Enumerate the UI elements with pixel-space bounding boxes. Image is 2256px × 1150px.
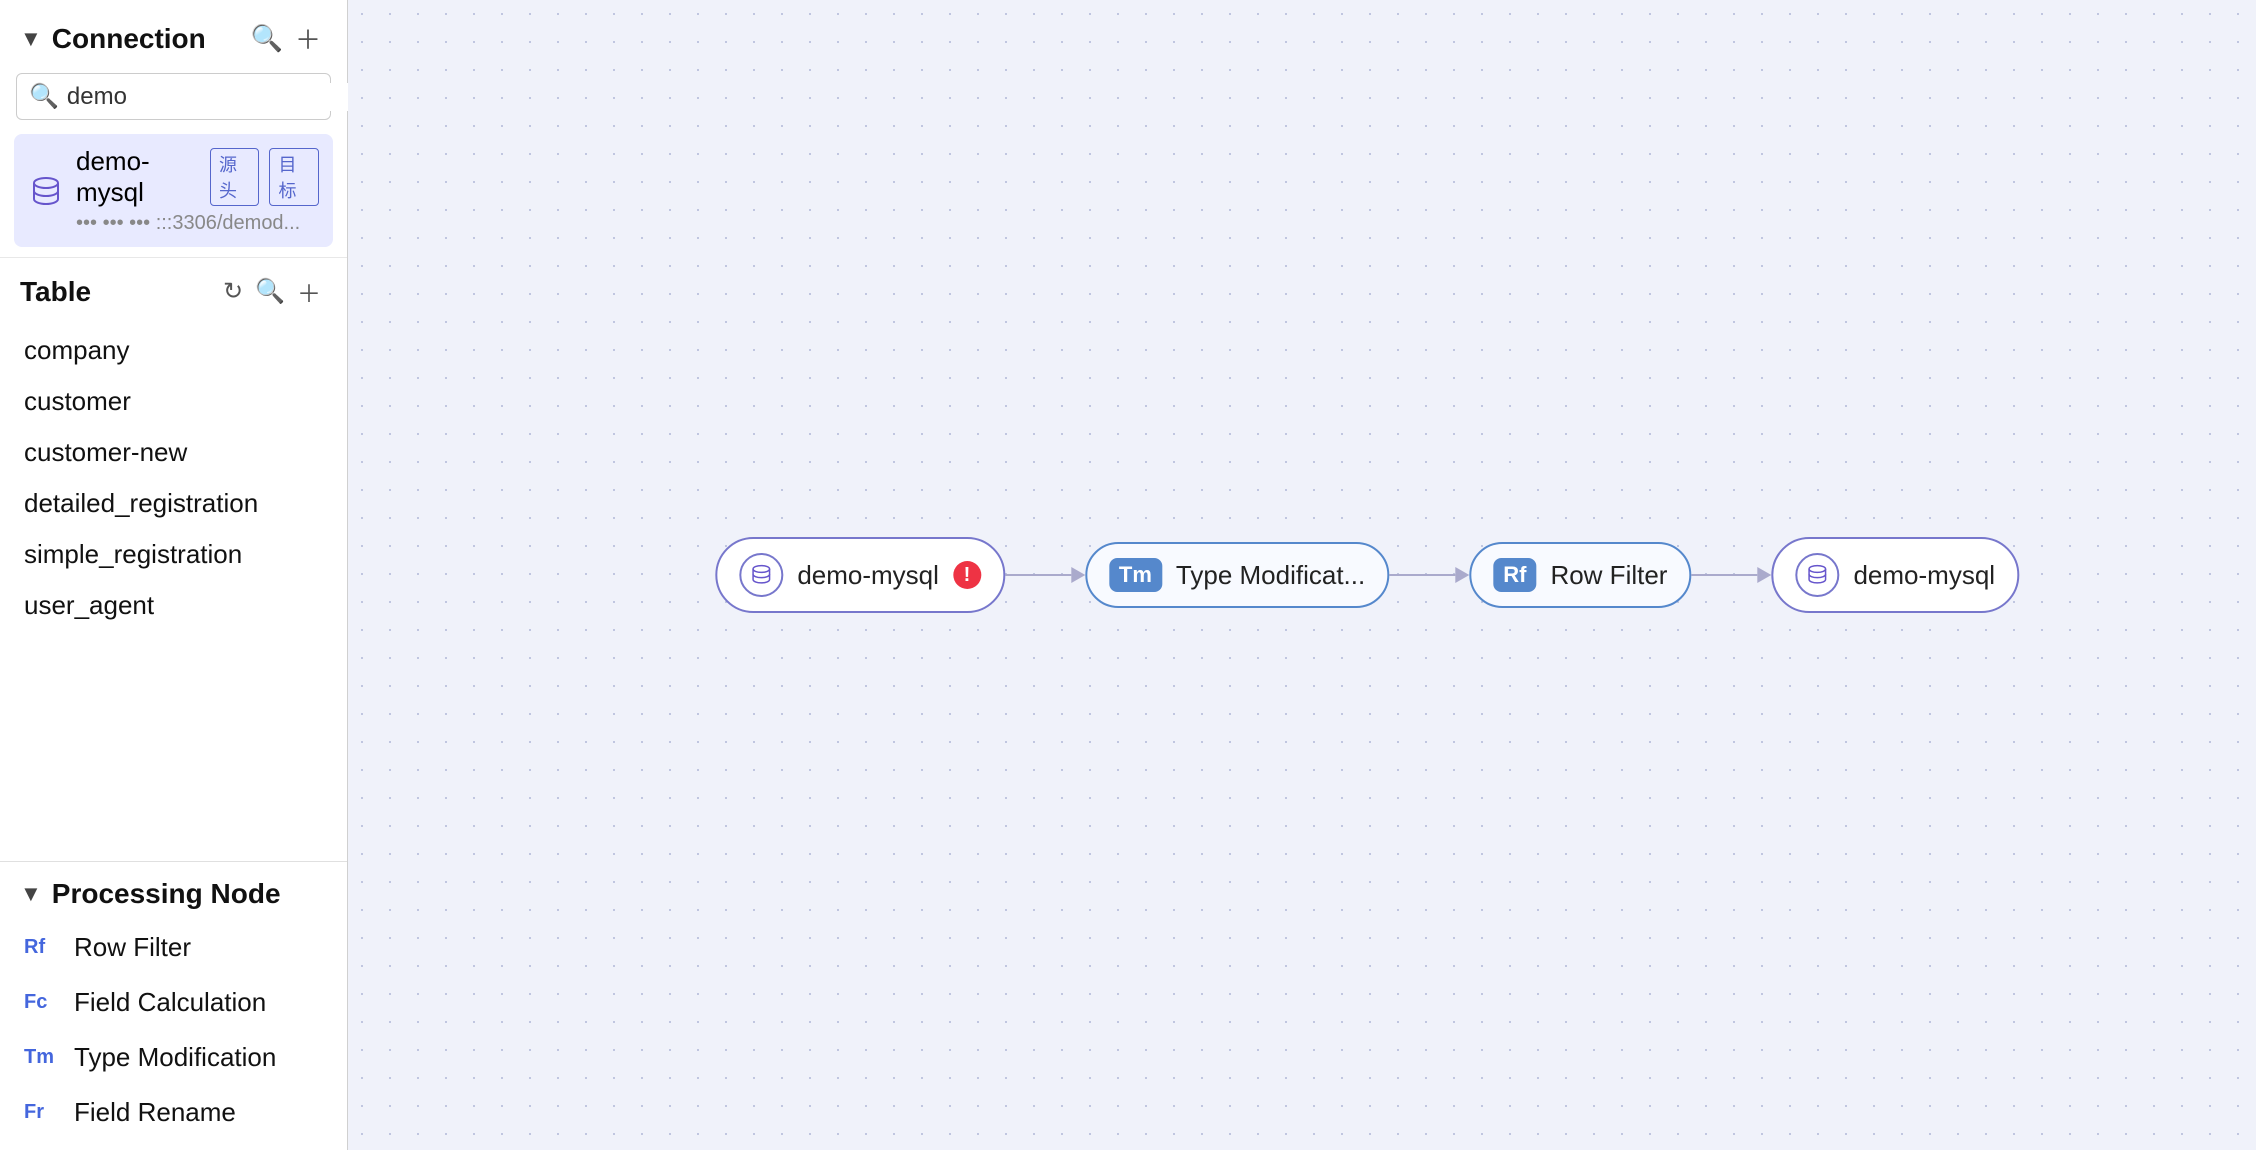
- connection-name: demo-mysql: [76, 146, 200, 208]
- connection-section-header: ▼ Connection 🔍 ＋: [0, 0, 347, 73]
- dest-node[interactable]: demo-mysql: [1771, 537, 2019, 613]
- type-mod-badge: Tm: [1109, 558, 1162, 592]
- table-item-company[interactable]: company: [0, 325, 347, 376]
- processing-item-field-calculation[interactable]: Fc Field Calculation: [0, 975, 347, 1030]
- table-section-title: Table: [20, 276, 217, 308]
- sidebar: ▼ Connection 🔍 ＋ 🔍 demo-mysql 源头 目标 ••• …: [0, 0, 348, 1150]
- proc-badge-fc: Fc: [24, 991, 60, 1014]
- proc-badge-rf: Rf: [24, 936, 60, 959]
- arrow-1: [1005, 567, 1085, 583]
- table-item-simple-registration[interactable]: simple_registration: [0, 529, 347, 580]
- table-search-button[interactable]: 🔍: [249, 275, 291, 308]
- connection-db-icon: [28, 173, 64, 209]
- canvas[interactable]: demo-mysql ! Tm Type Modificat... Rf Row…: [348, 0, 2256, 1150]
- processing-item-type-modification[interactable]: Tm Type Modification: [0, 1030, 347, 1085]
- table-item-customer-new[interactable]: customer-new: [0, 427, 347, 478]
- source-node-label: demo-mysql: [797, 560, 939, 591]
- search-input[interactable]: [67, 83, 377, 111]
- connection-section-title: Connection: [52, 23, 245, 55]
- arrow-2: [1389, 567, 1469, 583]
- flow-container: demo-mysql ! Tm Type Modificat... Rf Row…: [715, 537, 2019, 613]
- dest-db-icon: [1795, 553, 1839, 597]
- table-list: company customer customer-new detailed_r…: [0, 321, 347, 861]
- table-item-customer[interactable]: customer: [0, 376, 347, 427]
- processing-item-field-rename[interactable]: Fr Field Rename: [0, 1085, 347, 1140]
- source-db-icon: [739, 553, 783, 597]
- row-filter-badge: Rf: [1493, 558, 1536, 592]
- proc-badge-fr: Fr: [24, 1101, 60, 1124]
- connection-item[interactable]: demo-mysql 源头 目标 ••• ••• ••• :::3306/dem…: [14, 134, 333, 247]
- table-item-detailed-registration[interactable]: detailed_registration: [0, 478, 347, 529]
- connection-url: ••• ••• ••• :::3306/demod...: [76, 212, 319, 235]
- table-item-user-agent[interactable]: user_agent: [0, 580, 347, 631]
- proc-badge-tm: Tm: [24, 1046, 60, 1069]
- table-section-header: Table ↻ 🔍 ＋: [0, 257, 347, 321]
- connection-add-button[interactable]: ＋: [289, 18, 327, 59]
- source-error-icon: !: [953, 561, 981, 589]
- arrow-3: [1691, 567, 1771, 583]
- proc-label-row-filter: Row Filter: [74, 932, 191, 963]
- proc-label-field-calculation: Field Calculation: [74, 987, 266, 1018]
- source-node[interactable]: demo-mysql !: [715, 537, 1005, 613]
- processing-section: ▼ Processing Node Rf Row Filter Fc Field…: [0, 861, 347, 1150]
- processing-section-title: Processing Node: [52, 878, 281, 910]
- table-add-button[interactable]: ＋: [291, 272, 327, 311]
- connection-chevron-icon[interactable]: ▼: [20, 26, 42, 52]
- row-filter-label: Row Filter: [1550, 560, 1667, 591]
- search-box-container: 🔍: [16, 73, 331, 120]
- badge-source: 源头: [210, 148, 260, 206]
- dest-node-label: demo-mysql: [1853, 560, 1995, 591]
- row-filter-node[interactable]: Rf Row Filter: [1469, 542, 1691, 608]
- type-modification-node[interactable]: Tm Type Modificat...: [1085, 542, 1389, 608]
- badge-target: 目标: [269, 148, 319, 206]
- connection-info: demo-mysql 源头 目标 ••• ••• ••• :::3306/dem…: [76, 146, 319, 235]
- search-icon: 🔍: [29, 82, 59, 111]
- table-refresh-button[interactable]: ↻: [217, 275, 249, 308]
- proc-label-type-modification: Type Modification: [74, 1042, 276, 1073]
- processing-section-header: ▼ Processing Node: [0, 862, 347, 920]
- proc-label-field-rename: Field Rename: [74, 1097, 236, 1128]
- processing-item-row-filter[interactable]: Rf Row Filter: [0, 920, 347, 975]
- type-mod-label: Type Modificat...: [1176, 560, 1365, 591]
- connection-search-button[interactable]: 🔍: [245, 21, 289, 56]
- processing-chevron-icon[interactable]: ▼: [20, 881, 42, 907]
